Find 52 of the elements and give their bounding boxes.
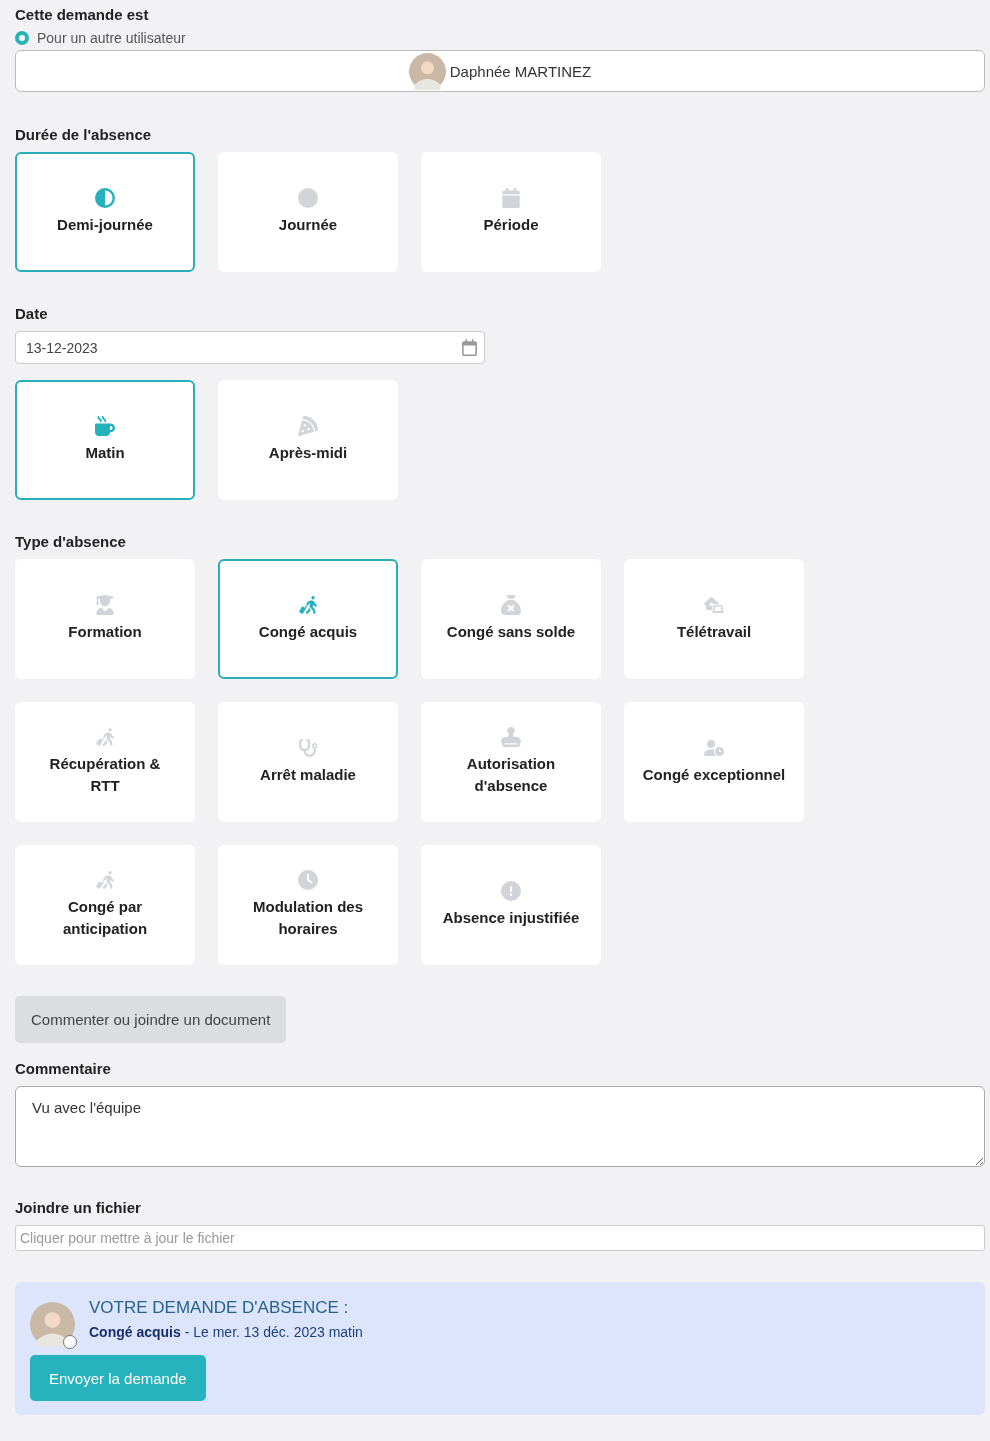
radio-label: Pour un autre utilisateur: [37, 30, 186, 46]
option-tile[interactable]: Absence injustifiée: [421, 845, 601, 965]
option-tile[interactable]: Récupération & RTT: [15, 702, 195, 822]
comment-field[interactable]: Vu avec l'équipe: [15, 1086, 985, 1167]
section-title: Joindre un fichier: [15, 1199, 142, 1216]
option-tile[interactable]: Congé sans solde: [421, 559, 601, 679]
graduate-icon: [95, 595, 115, 615]
option-tile[interactable]: Congé acquis: [218, 559, 398, 679]
option-tile[interactable]: Demi-journée: [15, 152, 195, 272]
option-tile[interactable]: Modulation des horaires: [218, 845, 398, 965]
coffee-cup-icon: [95, 416, 115, 436]
option-tile[interactable]: Télétravail: [624, 559, 804, 679]
section-title: Commentaire: [15, 1060, 112, 1077]
option-tile[interactable]: Période: [421, 152, 601, 272]
summary-title: VOTRE DEMANDE D'ABSENCE :: [89, 1298, 350, 1318]
house-laptop-icon: [704, 595, 724, 615]
comment-button[interactable]: Commenter ou joindre un document: [15, 996, 287, 1043]
section-title: Durée de l'absence: [15, 126, 153, 143]
radio-button[interactable]: [15, 31, 29, 45]
calendar-icon: [501, 188, 521, 208]
option-tile[interactable]: Congé par anticipation: [15, 845, 195, 965]
file-field[interactable]: Cliquer pour mettre à jour le fichier: [15, 1225, 985, 1251]
option-tile[interactable]: Autorisation d'absence: [421, 702, 601, 822]
status-badge: [63, 1335, 77, 1349]
traveler-icon: [95, 870, 115, 890]
circle-icon: [298, 188, 318, 208]
alert-icon: [501, 881, 521, 901]
option-tile[interactable]: Congé exceptionnel: [624, 702, 804, 822]
stamp-icon: [501, 727, 521, 747]
section-title: Cette demande est: [15, 6, 150, 23]
avatar: [408, 52, 446, 90]
traveler-icon: [298, 595, 318, 615]
section-title: Date: [15, 305, 49, 322]
pizza-slice-icon: [298, 416, 318, 436]
option-tile[interactable]: Formation: [15, 559, 195, 679]
user-select[interactable]: Daphnée MARTINEZ: [15, 50, 985, 92]
clock-icon: [298, 870, 318, 890]
date-value: 13-12-2023: [26, 339, 98, 356]
option-tile[interactable]: Après-midi: [218, 380, 398, 500]
avatar: [30, 1302, 75, 1347]
money-bag-icon: [501, 595, 521, 615]
traveler-icon: [95, 727, 115, 747]
user-clock-icon: [704, 738, 724, 758]
section-title: Type d'absence: [15, 533, 127, 550]
date-field[interactable]: 13-12-2023: [15, 331, 485, 364]
option-tile[interactable]: Matin: [15, 380, 195, 500]
stethoscope-icon: [298, 738, 318, 758]
option-tile[interactable]: Arrêt maladie: [218, 702, 398, 822]
summary-detail: Congé acquis - Le mer. 13 déc. 2023 matin: [89, 1324, 363, 1340]
calendar-icon[interactable]: [461, 339, 478, 356]
option-tile[interactable]: Journée: [218, 152, 398, 272]
user-name: Daphnée MARTINEZ: [449, 62, 592, 80]
